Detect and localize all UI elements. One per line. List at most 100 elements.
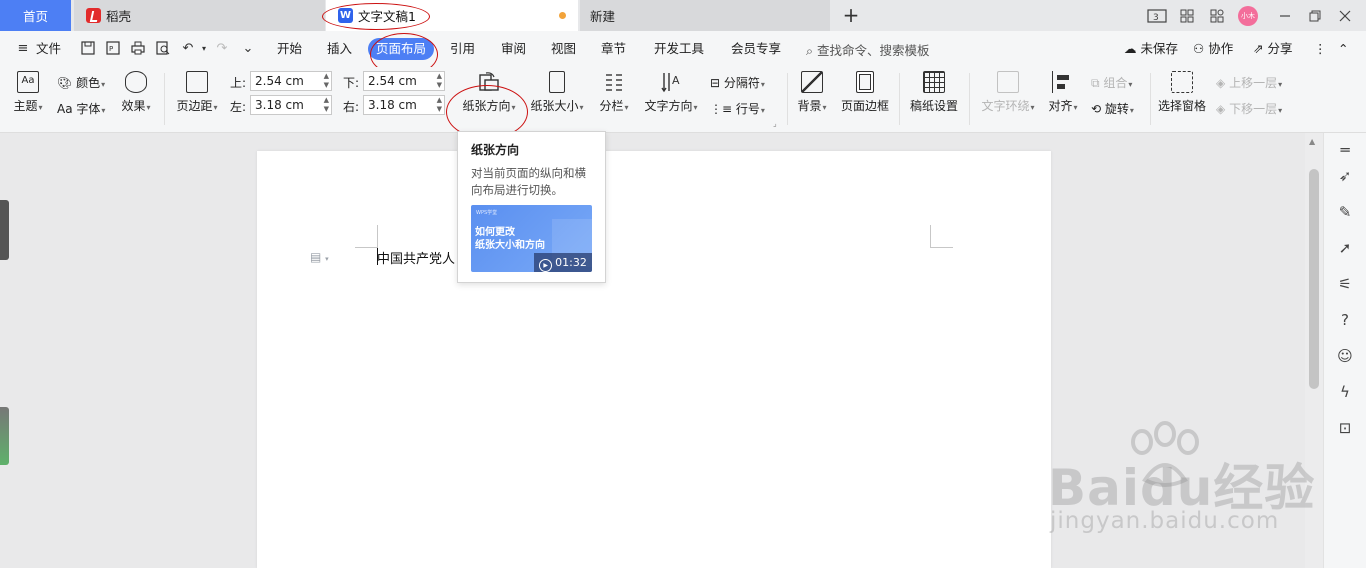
tutorial-video-thumbnail[interactable]: WPS学堂 如何更改 纸张大小和方向 ▶ 01:32 [471,205,592,272]
assistant-icon[interactable]: ☺ [1336,347,1354,365]
align-label: 对齐 [1048,99,1073,113]
orientation-tooltip: 纸张方向 对当前页面的纵向和横向布局进行切换。 WPS学堂 如何更改 纸张大小和… [457,131,606,283]
margin-left-input[interactable]: 3.18 cm ▲ ▼ [250,95,332,115]
separator-button[interactable]: ⊟ 分隔符▾ [710,74,765,91]
color-button[interactable]: 🎨︎ 颜色▾ [57,74,105,91]
margins-button[interactable]: 页边距▾ [172,71,222,114]
collapse-ribbon-icon[interactable]: ⌃ [1338,40,1348,58]
print-icon[interactable] [130,41,146,57]
effect-button[interactable]: 效果▾ [118,71,154,114]
hamburger-icon[interactable]: ≡ [15,41,31,57]
rocket-icon[interactable]: ➶ [1336,167,1354,185]
orientation-label: 纸张方向 [462,99,511,113]
menu-tab-chapter[interactable]: 章节 [601,40,626,58]
save-icon[interactable] [80,41,96,57]
export-pdf-icon[interactable]: P [105,41,121,57]
lightning-icon[interactable]: ϟ [1336,383,1354,401]
spinner-icon[interactable]: ▲ ▼ [437,72,442,90]
text-wrap-icon [997,71,1019,93]
margin-top-input[interactable]: 2.54 cm ▲ ▼ [250,71,332,91]
spinner-icon[interactable]: ▲ ▼ [324,96,329,114]
selection-pane-button[interactable]: 选择窗格 [1156,71,1208,114]
unsaved-dot-icon [559,12,566,19]
menu-tab-references[interactable]: 引用 [450,40,475,58]
share-label: 分享 [1267,41,1293,56]
tab-daoke[interactable]: 稻壳 [74,0,325,31]
quick-access-dropdown-icon[interactable]: ⌄ [240,41,256,57]
pointer-icon[interactable]: ➚ [1336,239,1354,257]
unsaved-button[interactable]: ☁ 未保存 [1124,40,1178,58]
menu-tab-view[interactable]: 视图 [551,40,576,58]
menu-tab-member[interactable]: 会员专享 [731,40,781,58]
reading-mode-icon[interactable]: ⊡ [1336,419,1354,437]
video-duration: ▶ 01:32 [534,253,592,272]
paragraph-options-icon[interactable]: ▤ ▾ [310,250,329,264]
share-button[interactable]: ⇗ 分享 [1253,40,1292,58]
undo-dropdown-icon[interactable]: ▾ [196,41,212,57]
menu-tab-developer[interactable]: 开发工具 [654,40,704,58]
left-panel-handle[interactable] [0,200,9,260]
add-tab-button[interactable]: + [840,3,862,27]
margins-label: 页边距 [176,99,213,113]
margin-top-value: 2.54 cm [255,74,304,88]
menu-tab-page-layout[interactable]: 页面布局 [368,38,434,60]
group-button[interactable]: ⧉ 组合▾ [1091,74,1132,91]
window-controls: 3 小木 [1142,0,1366,31]
text-wrap-button[interactable]: 文字环绕▾ [976,71,1040,114]
menu-file[interactable]: 文件 [36,40,61,58]
print-preview-icon[interactable] [155,41,171,57]
margin-bottom-input[interactable]: 2.54 cm ▲ ▼ [363,71,445,91]
font-button[interactable]: Aa 字体▾ [57,100,105,117]
more-options-icon[interactable]: ⋮ [1314,40,1327,58]
paper-size-icon [549,71,565,93]
redo-icon[interactable]: ↷ [214,41,230,57]
page-border-button[interactable]: 页面边框 [839,71,891,114]
collab-button[interactable]: ⚇ 协作 [1193,40,1233,58]
manuscript-button[interactable]: 稿纸设置 [907,71,961,114]
orientation-button[interactable]: 纸张方向▾ [456,71,522,114]
scroll-up-icon[interactable]: ▲ [1309,137,1315,146]
tab-document[interactable]: W 文字文稿1 [326,0,578,31]
align-button[interactable]: 对齐▾ [1045,71,1081,114]
apps-icon[interactable] [1204,3,1230,29]
page-setup-launcher-icon[interactable]: ⌟ [773,119,777,128]
bring-forward-button[interactable]: ◈ 上移一层▾ [1216,74,1282,91]
undo-icon[interactable]: ↶ [180,41,196,57]
tab-new[interactable]: 新建 [580,0,830,31]
minimize-icon[interactable] [1272,3,1298,29]
left-panel-handle-lower[interactable] [0,407,9,465]
layout-3-icon[interactable]: 3 [1144,3,1170,29]
rotate-button[interactable]: ⟲ 旋转▾ [1091,100,1134,117]
user-avatar[interactable]: 小木 [1238,5,1258,26]
command-search-placeholder: 查找命令、搜索模板 [817,43,930,58]
settings-sliders-icon[interactable]: ⚟ [1336,275,1354,293]
menu-tab-start[interactable]: 开始 [277,40,302,58]
scroll-thumb[interactable] [1309,169,1319,389]
align-icon [1052,71,1074,93]
theme-button[interactable]: Aa 主题▾ [10,71,46,114]
pen-icon[interactable]: ✎ [1336,203,1354,221]
line-number-button[interactable]: ⋮≡ 行号▾ [710,100,765,117]
paper-size-button[interactable]: 纸张大小▾ [527,71,587,114]
restore-icon[interactable] [1302,3,1328,29]
menu-tab-insert[interactable]: 插入 [327,40,352,58]
close-icon[interactable] [1332,3,1358,29]
document-page[interactable] [257,151,1051,568]
page-corner-mark-right [930,225,953,248]
panel-collapse-icon[interactable]: ═ [1336,141,1354,159]
menu-tab-review[interactable]: 审阅 [501,40,526,58]
text-direction-button[interactable]: A 文字方向▾ [641,71,701,114]
tab-daoke-label: 稻壳 [106,9,132,24]
effect-label: 效果 [121,99,146,113]
document-body-text[interactable]: 中国共产党人 [377,248,455,267]
spinner-icon[interactable]: ▲ ▼ [437,96,442,114]
background-button[interactable]: 背景▾ [794,71,830,114]
tab-home[interactable]: 首页 [0,0,71,31]
command-search[interactable]: ⌕ 查找命令、搜索模板 [806,40,930,59]
spinner-icon[interactable]: ▲ ▼ [324,72,329,90]
columns-button[interactable]: 分栏▾ [596,71,632,114]
send-backward-button[interactable]: ◈ 下移一层▾ [1216,100,1282,117]
grid-view-icon[interactable] [1174,3,1200,29]
help-icon[interactable]: ? [1336,311,1354,329]
margin-right-input[interactable]: 3.18 cm ▲ ▼ [363,95,445,115]
